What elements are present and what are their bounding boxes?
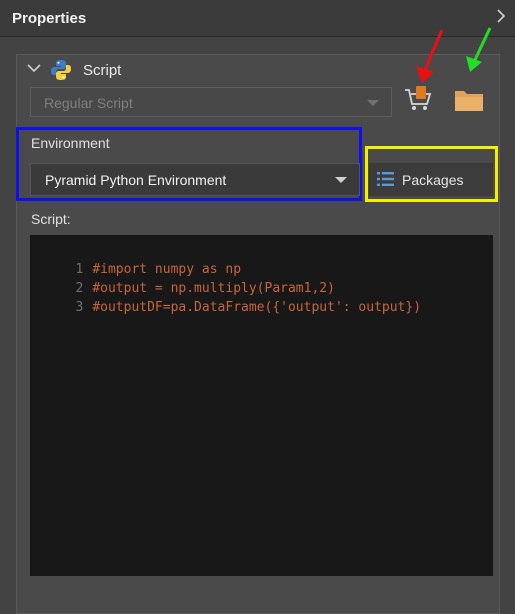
chevron-down-icon[interactable] (27, 61, 41, 75)
python-icon (50, 59, 72, 81)
dropdown-caret-icon (335, 177, 347, 183)
environment-label: Environment (31, 135, 110, 151)
code-text: #import numpy as np (92, 262, 242, 277)
script-type-value: Regular Script (44, 95, 133, 111)
green-arrow-annotation (466, 27, 492, 72)
folder-icon[interactable] (454, 88, 484, 112)
chevron-right-icon[interactable] (496, 8, 506, 29)
panel-title: Properties (12, 10, 87, 27)
line-number: 3 (75, 300, 84, 315)
environment-value: Pyramid Python Environment (45, 172, 227, 188)
environment-select[interactable]: Pyramid Python Environment (30, 163, 360, 196)
list-icon (377, 172, 394, 186)
line-number: 2 (75, 281, 84, 296)
red-arrow-annotation (416, 29, 444, 83)
packages-button[interactable]: Packages (369, 163, 493, 196)
section-title: Script (83, 62, 122, 79)
code-text: #output = np.multiply(Param1,2) (92, 281, 335, 296)
code-line: 1 #import numpy as np (30, 241, 493, 277)
line-number: 1 (75, 262, 84, 277)
code-text: #outputDF=pa.DataFrame({'output': output… (92, 300, 422, 315)
code-editor[interactable]: 1 #import numpy as np 2 #output = np.multi… (30, 235, 493, 576)
dropdown-caret-icon (367, 100, 379, 106)
script-type-select: Regular Script (30, 87, 392, 117)
packages-label: Packages (402, 172, 464, 188)
cart-icon[interactable] (403, 82, 433, 112)
script-label: Script: (31, 211, 71, 227)
